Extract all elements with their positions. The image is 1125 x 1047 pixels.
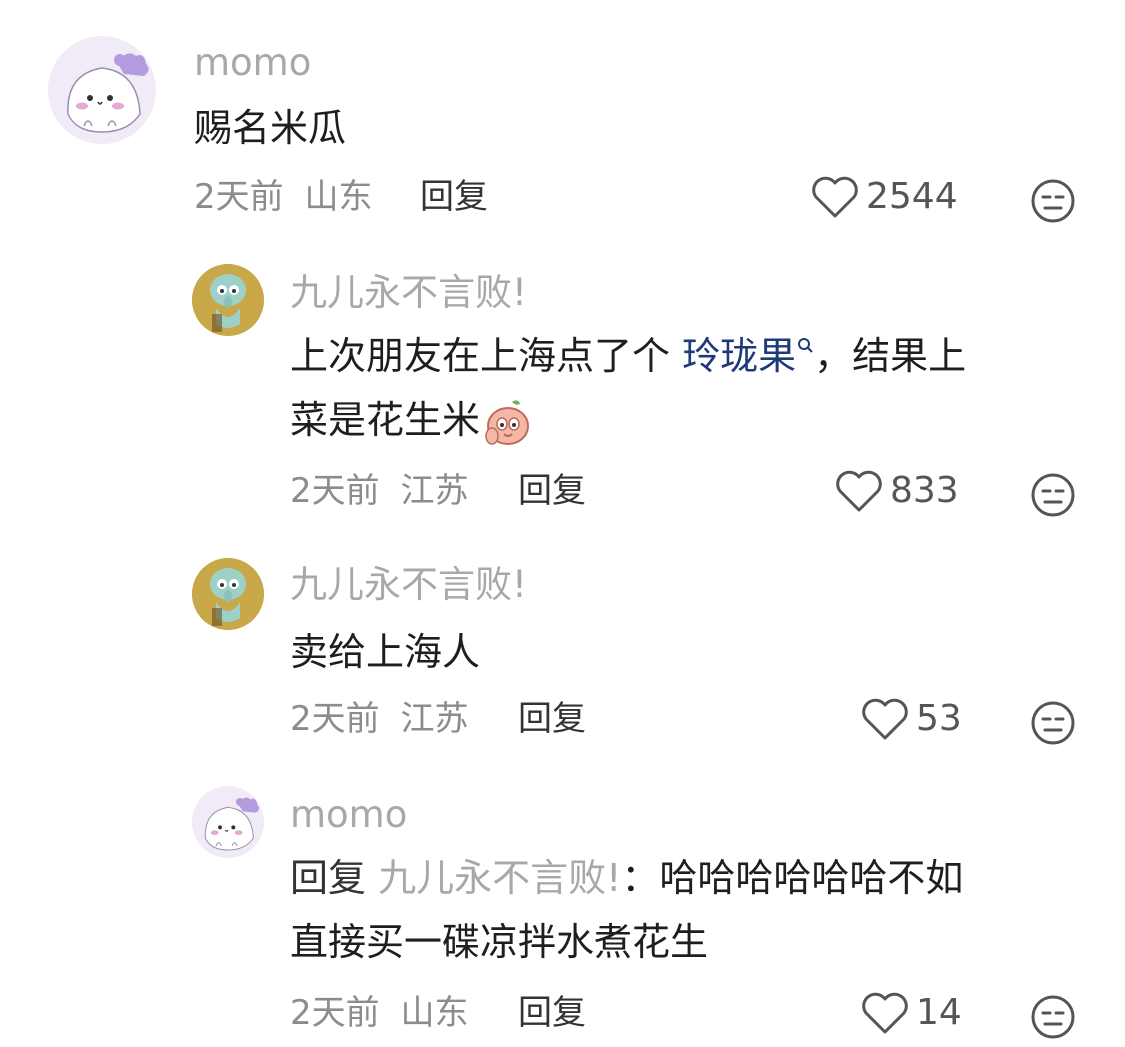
text-segment: 菜是花生米	[290, 398, 481, 442]
dislike-face-icon[interactable]	[1030, 178, 1076, 224]
location: 山东	[304, 177, 373, 217]
heart-icon	[862, 698, 908, 740]
time-ago: 2天前	[290, 993, 380, 1033]
like-count: 14	[916, 992, 962, 1033]
timestamp: 2天前 山东	[290, 996, 468, 1030]
dislike-face-icon[interactable]	[1030, 994, 1076, 1040]
like-button[interactable]: 833	[834, 468, 959, 514]
dislike-face-icon[interactable]	[1030, 700, 1076, 746]
search-icon	[798, 338, 813, 353]
timestamp: 2天前 山东	[194, 180, 372, 214]
comment-1: momo 赐名米瓜 2天前 山东 回复 2544	[0, 0, 1125, 240]
peanut-emoji-icon	[485, 399, 530, 445]
timestamp: 2天前 江苏	[290, 702, 468, 736]
squid-avatar-icon	[192, 264, 264, 336]
username[interactable]: 九儿永不言败!	[290, 566, 527, 603]
time-ago: 2天前	[290, 699, 380, 739]
heart-icon	[836, 470, 882, 512]
reply-prefix: 回复	[290, 856, 379, 900]
comment-text: 上次朋友在上海点了个 玲珑果 ，结果上 菜是花生米	[290, 324, 1090, 452]
comment-text: 卖给上海人	[290, 630, 481, 674]
avatar[interactable]	[48, 36, 156, 144]
time-ago: 2天前	[194, 177, 284, 217]
username[interactable]: momo	[194, 44, 311, 81]
like-count: 2544	[866, 176, 958, 217]
like-count: 53	[916, 698, 962, 739]
dislike-face-icon[interactable]	[1030, 472, 1076, 518]
avatar[interactable]	[192, 558, 264, 630]
timestamp: 2天前 江苏	[290, 474, 468, 508]
reply-button[interactable]: 回复	[518, 702, 586, 736]
ghost-avatar-icon	[48, 36, 156, 144]
ghost-avatar-icon	[192, 786, 264, 858]
reply-button[interactable]: 回复	[518, 474, 586, 508]
text-segment: 直接买一碟凉拌水煮花生	[290, 920, 709, 964]
text-segment: ：哈哈哈哈哈哈不如	[621, 856, 964, 900]
time-ago: 2天前	[290, 471, 380, 511]
location: 山东	[400, 993, 469, 1033]
avatar[interactable]	[192, 786, 264, 858]
heart-icon	[862, 992, 908, 1034]
heart-icon	[812, 176, 858, 218]
like-count: 833	[890, 470, 959, 511]
username[interactable]: momo	[290, 796, 407, 833]
like-button[interactable]: 2544	[810, 174, 958, 220]
text-segment: ，结果上	[814, 334, 967, 378]
like-button[interactable]: 14	[860, 990, 962, 1036]
search-link[interactable]: 玲珑果	[682, 334, 814, 378]
comment-text: 回复 九儿永不言败!：哈哈哈哈哈哈不如 直接买一碟凉拌水煮花生	[290, 846, 1090, 974]
location: 江苏	[400, 699, 469, 739]
like-button[interactable]: 53	[860, 696, 962, 742]
location: 江苏	[400, 471, 469, 511]
reply-button[interactable]: 回复	[518, 996, 586, 1030]
search-link-text: 玲珑果	[682, 334, 797, 378]
comment-text: 赐名米瓜	[194, 106, 347, 150]
username[interactable]: 九儿永不言败!	[290, 274, 527, 311]
reply-button[interactable]: 回复	[420, 180, 488, 214]
reply-target-user[interactable]: 九儿永不言败!	[378, 856, 621, 900]
text-segment: 上次朋友在上海点了个	[290, 334, 683, 378]
squid-avatar-icon	[192, 558, 264, 630]
avatar[interactable]	[192, 264, 264, 336]
